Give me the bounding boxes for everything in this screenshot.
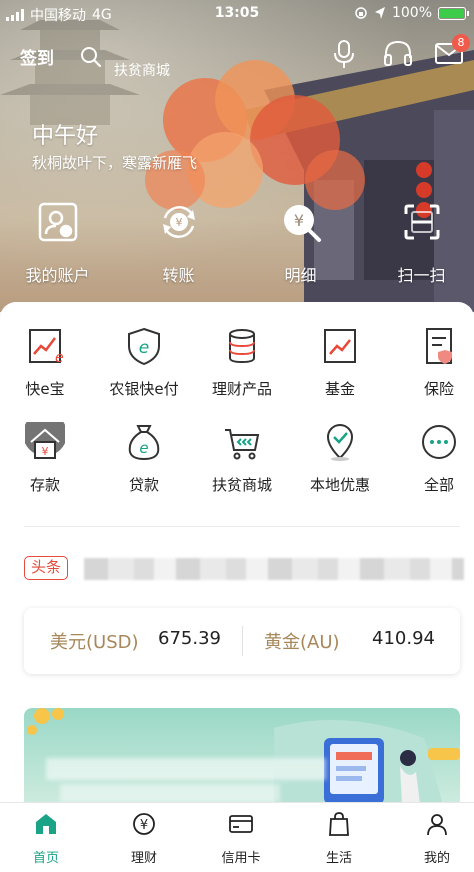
insurance-icon <box>426 328 452 364</box>
hero-banner: 中国移动 4G 13:05 100% 签到 扶贫商城 8 中午好 秋桐故叶下，寒… <box>0 0 474 312</box>
battery-icon <box>438 6 469 20</box>
scan-icon <box>404 204 439 240</box>
quick-action-details[interactable]: ¥ 明细 <box>240 200 361 286</box>
home-icon <box>36 814 56 834</box>
svg-text:¥: ¥ <box>175 216 182 229</box>
quick-action-transfer[interactable]: ¥ 转账 <box>118 200 239 286</box>
nav-credit-card[interactable]: 信用卡 <box>201 811 281 866</box>
mall-cart-icon <box>225 429 260 460</box>
bottom-nav: 首页 ¥ 理财 信用卡 生活 我的 <box>0 802 474 872</box>
service-fund[interactable]: 基金 <box>292 326 388 399</box>
quick-action-scan[interactable]: 扫一扫 <box>361 200 474 286</box>
nav-mine[interactable]: 我的 <box>397 811 474 866</box>
svg-text:e: e <box>139 439 148 457</box>
nav-label: 理财 <box>130 851 157 866</box>
yuan-circle-icon: ¥ <box>133 813 155 835</box>
status-bar: 中国移动 4G 13:05 100% <box>0 0 474 28</box>
kuaiebao-icon: e <box>29 329 64 366</box>
top-bar: 签到 扶贫商城 8 <box>0 34 474 79</box>
kuaiefu-icon: e <box>128 327 160 366</box>
nav-label: 信用卡 <box>221 851 261 866</box>
quick-action-label: 扫一扫 <box>397 266 446 285</box>
loan-icon: e <box>128 425 160 461</box>
service-label: 本地优惠 <box>309 476 370 494</box>
rates-card[interactable]: 美元(USD) 675.39 黄金(AU) 410.94 <box>24 608 460 674</box>
more-icon <box>422 425 456 459</box>
service-label: 扶贫商城 <box>211 476 272 494</box>
shopping-bag-icon <box>329 812 349 836</box>
service-label: 农银快e付 <box>109 380 179 398</box>
service-kuaiebao[interactable]: e 快e宝 <box>0 326 93 399</box>
quick-action-account[interactable]: 我的账户 <box>0 200 118 286</box>
promo-banner[interactable] <box>24 708 460 808</box>
svg-text:e: e <box>139 338 149 358</box>
news-headline-redacted <box>84 558 464 580</box>
service-all[interactable]: 全部 <box>391 422 474 495</box>
search-icon <box>81 47 102 68</box>
service-label: 快e宝 <box>25 380 65 398</box>
service-label: 存款 <box>29 476 60 494</box>
promo-subtext-redacted <box>60 784 280 802</box>
nav-wealth[interactable]: ¥ 理财 <box>104 811 184 866</box>
news-ticker[interactable]: 头条 <box>24 556 464 584</box>
service-local-offer[interactable]: 本地优惠 <box>292 422 388 495</box>
usd-label: 美元(USD) <box>50 632 139 653</box>
message-button[interactable]: 8 <box>434 34 470 66</box>
news-tag: 头条 <box>24 556 69 580</box>
service-deposit[interactable]: ¥ 存款 <box>0 412 93 495</box>
svg-text:¥: ¥ <box>293 211 303 230</box>
service-label: 基金 <box>324 380 355 398</box>
lock-rotation-icon <box>355 7 367 19</box>
quick-action-label: 明细 <box>284 266 317 285</box>
gold-label: 黄金(AU) <box>264 632 340 653</box>
message-badge: 8 <box>452 34 470 52</box>
wealth-product-icon <box>229 329 255 364</box>
deposit-icon: ¥ <box>23 412 67 459</box>
service-insurance[interactable]: 保险 <box>391 326 474 399</box>
battery-percent: 100% <box>391 5 432 21</box>
fund-icon <box>324 329 356 363</box>
nav-home[interactable]: 首页 <box>6 811 86 866</box>
gold-value: 410.94 <box>372 628 435 649</box>
main-card: e 快e宝 e 农银快e付 理财产品 基金 保险 ¥ 存款 e 贷款 扶贫商城 … <box>0 302 474 808</box>
search-placeholder: 扶贫商城 <box>114 63 170 79</box>
quick-action-label: 转账 <box>162 266 195 285</box>
greeting-subtitle: 秋桐故叶下，寒露新雁飞 <box>32 154 198 172</box>
svg-text:¥: ¥ <box>42 445 49 458</box>
rates-separator <box>242 626 243 656</box>
transfer-icon: ¥ <box>162 206 195 238</box>
search-box[interactable]: 扶贫商城 <box>76 40 306 79</box>
svg-text:e: e <box>55 350 64 366</box>
nav-label: 首页 <box>32 851 59 866</box>
account-icon <box>38 202 77 242</box>
credit-card-icon <box>229 815 253 833</box>
usd-value: 675.39 <box>158 628 221 649</box>
location-icon <box>374 7 385 19</box>
user-icon <box>427 814 447 836</box>
section-divider <box>24 526 460 527</box>
service-loan[interactable]: e 贷款 <box>96 422 192 495</box>
quick-actions: 我的账户 ¥ 转账 ¥ 明细 扫一扫 <box>0 200 474 290</box>
service-wealth-product[interactable]: 理财产品 <box>194 326 290 399</box>
checkin-button[interactable]: 签到 <box>20 44 54 69</box>
local-offer-icon <box>326 424 354 461</box>
details-icon: ¥ <box>283 205 321 242</box>
service-label: 全部 <box>423 476 454 494</box>
microphone-icon[interactable] <box>328 38 360 70</box>
quick-action-label: 我的账户 <box>25 266 90 285</box>
nav-label: 生活 <box>325 851 352 866</box>
service-label: 保险 <box>423 380 454 398</box>
service-label: 贷款 <box>128 476 159 494</box>
service-label: 理财产品 <box>211 380 272 398</box>
nav-life[interactable]: 生活 <box>299 811 379 866</box>
promo-text-redacted <box>46 758 326 780</box>
greeting-title: 中午好 <box>32 124 99 149</box>
service-kuaiefu[interactable]: e 农银快e付 <box>96 326 192 399</box>
headset-icon[interactable] <box>382 38 414 70</box>
service-mall[interactable]: 扶贫商城 <box>194 422 290 495</box>
nav-label: 我的 <box>423 851 450 866</box>
svg-text:¥: ¥ <box>140 818 148 833</box>
